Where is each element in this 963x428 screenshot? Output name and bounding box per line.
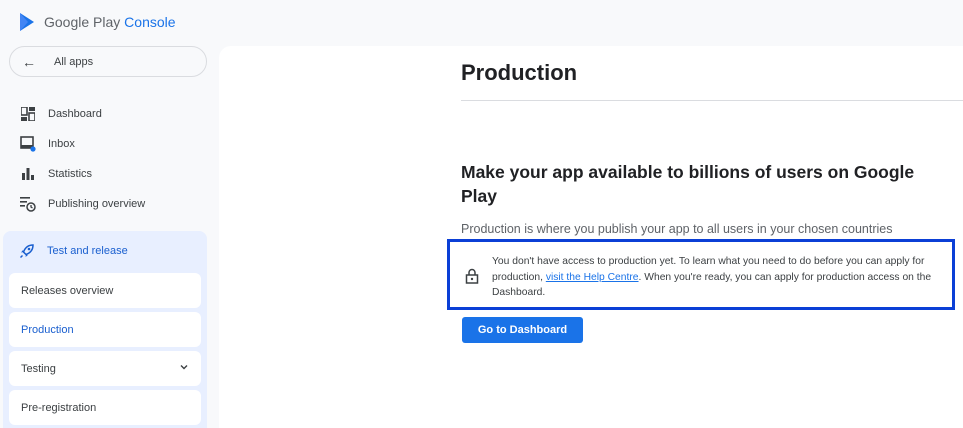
chevron-down-icon [179, 362, 189, 375]
sidebar-item-label: Statistics [48, 168, 93, 180]
sidebar-item-label: Production [21, 323, 74, 336]
inbox-icon [20, 136, 36, 152]
sidebar-item-production[interactable]: Production [9, 312, 201, 347]
production-description: Production is where you publish your app… [461, 222, 893, 236]
sidebar-item-label: Publishing overview [48, 198, 146, 210]
sidebar-item-statistics[interactable]: Statistics [20, 164, 92, 184]
page-title: Production [461, 60, 578, 85]
section-label: Test and release [47, 245, 128, 257]
test-and-release-section: Test and release Releases overview Produ… [3, 231, 207, 428]
sidebar-item-label: Inbox [48, 138, 75, 150]
statistics-icon [20, 166, 36, 182]
dashboard-icon [20, 106, 36, 122]
divider [461, 100, 963, 101]
main-panel: Production Make your app available to bi… [219, 46, 963, 428]
notice-text: You don't have access to production yet.… [492, 256, 932, 298]
sidebar-item-inbox[interactable]: Inbox [20, 134, 75, 154]
sidebar-item-dashboard[interactable]: Dashboard [20, 104, 102, 124]
sidebar-item-releases-overview[interactable]: Releases overview [9, 273, 201, 308]
sidebar-item-label: Releases overview [21, 284, 114, 297]
play-logo-icon [20, 13, 34, 31]
sidebar-item-label: Testing [21, 362, 56, 375]
sidebar-item-label: Pre-registration [21, 401, 97, 414]
logo-text: Google Play Console [44, 14, 176, 30]
google-play-console-logo[interactable]: Google Play Console [18, 12, 176, 32]
sidebar-item-publishing-overview[interactable]: Publishing overview [20, 194, 145, 214]
publishing-icon [20, 196, 36, 212]
sidebar-item-testing[interactable]: Testing [9, 351, 201, 386]
lock-icon [465, 268, 479, 289]
sidebar-item-pre-registration[interactable]: Pre-registration [9, 390, 201, 425]
rocket-icon [19, 243, 35, 259]
all-apps-label: All apps [54, 55, 94, 68]
sidebar-item-label: Dashboard [48, 108, 102, 120]
section-heading: Make your app available to billions of u… [461, 162, 915, 206]
go-to-dashboard-button[interactable]: Go to Dashboard [462, 317, 583, 343]
arrow-back-icon: ← [22, 53, 36, 70]
access-notice: You don't have access to production yet.… [447, 239, 955, 310]
all-apps-button[interactable]: ← All apps [9, 46, 207, 77]
help-centre-link[interactable]: visit the Help Centre [546, 272, 639, 283]
sidebar-item-test-and-release[interactable]: Test and release [19, 243, 128, 259]
